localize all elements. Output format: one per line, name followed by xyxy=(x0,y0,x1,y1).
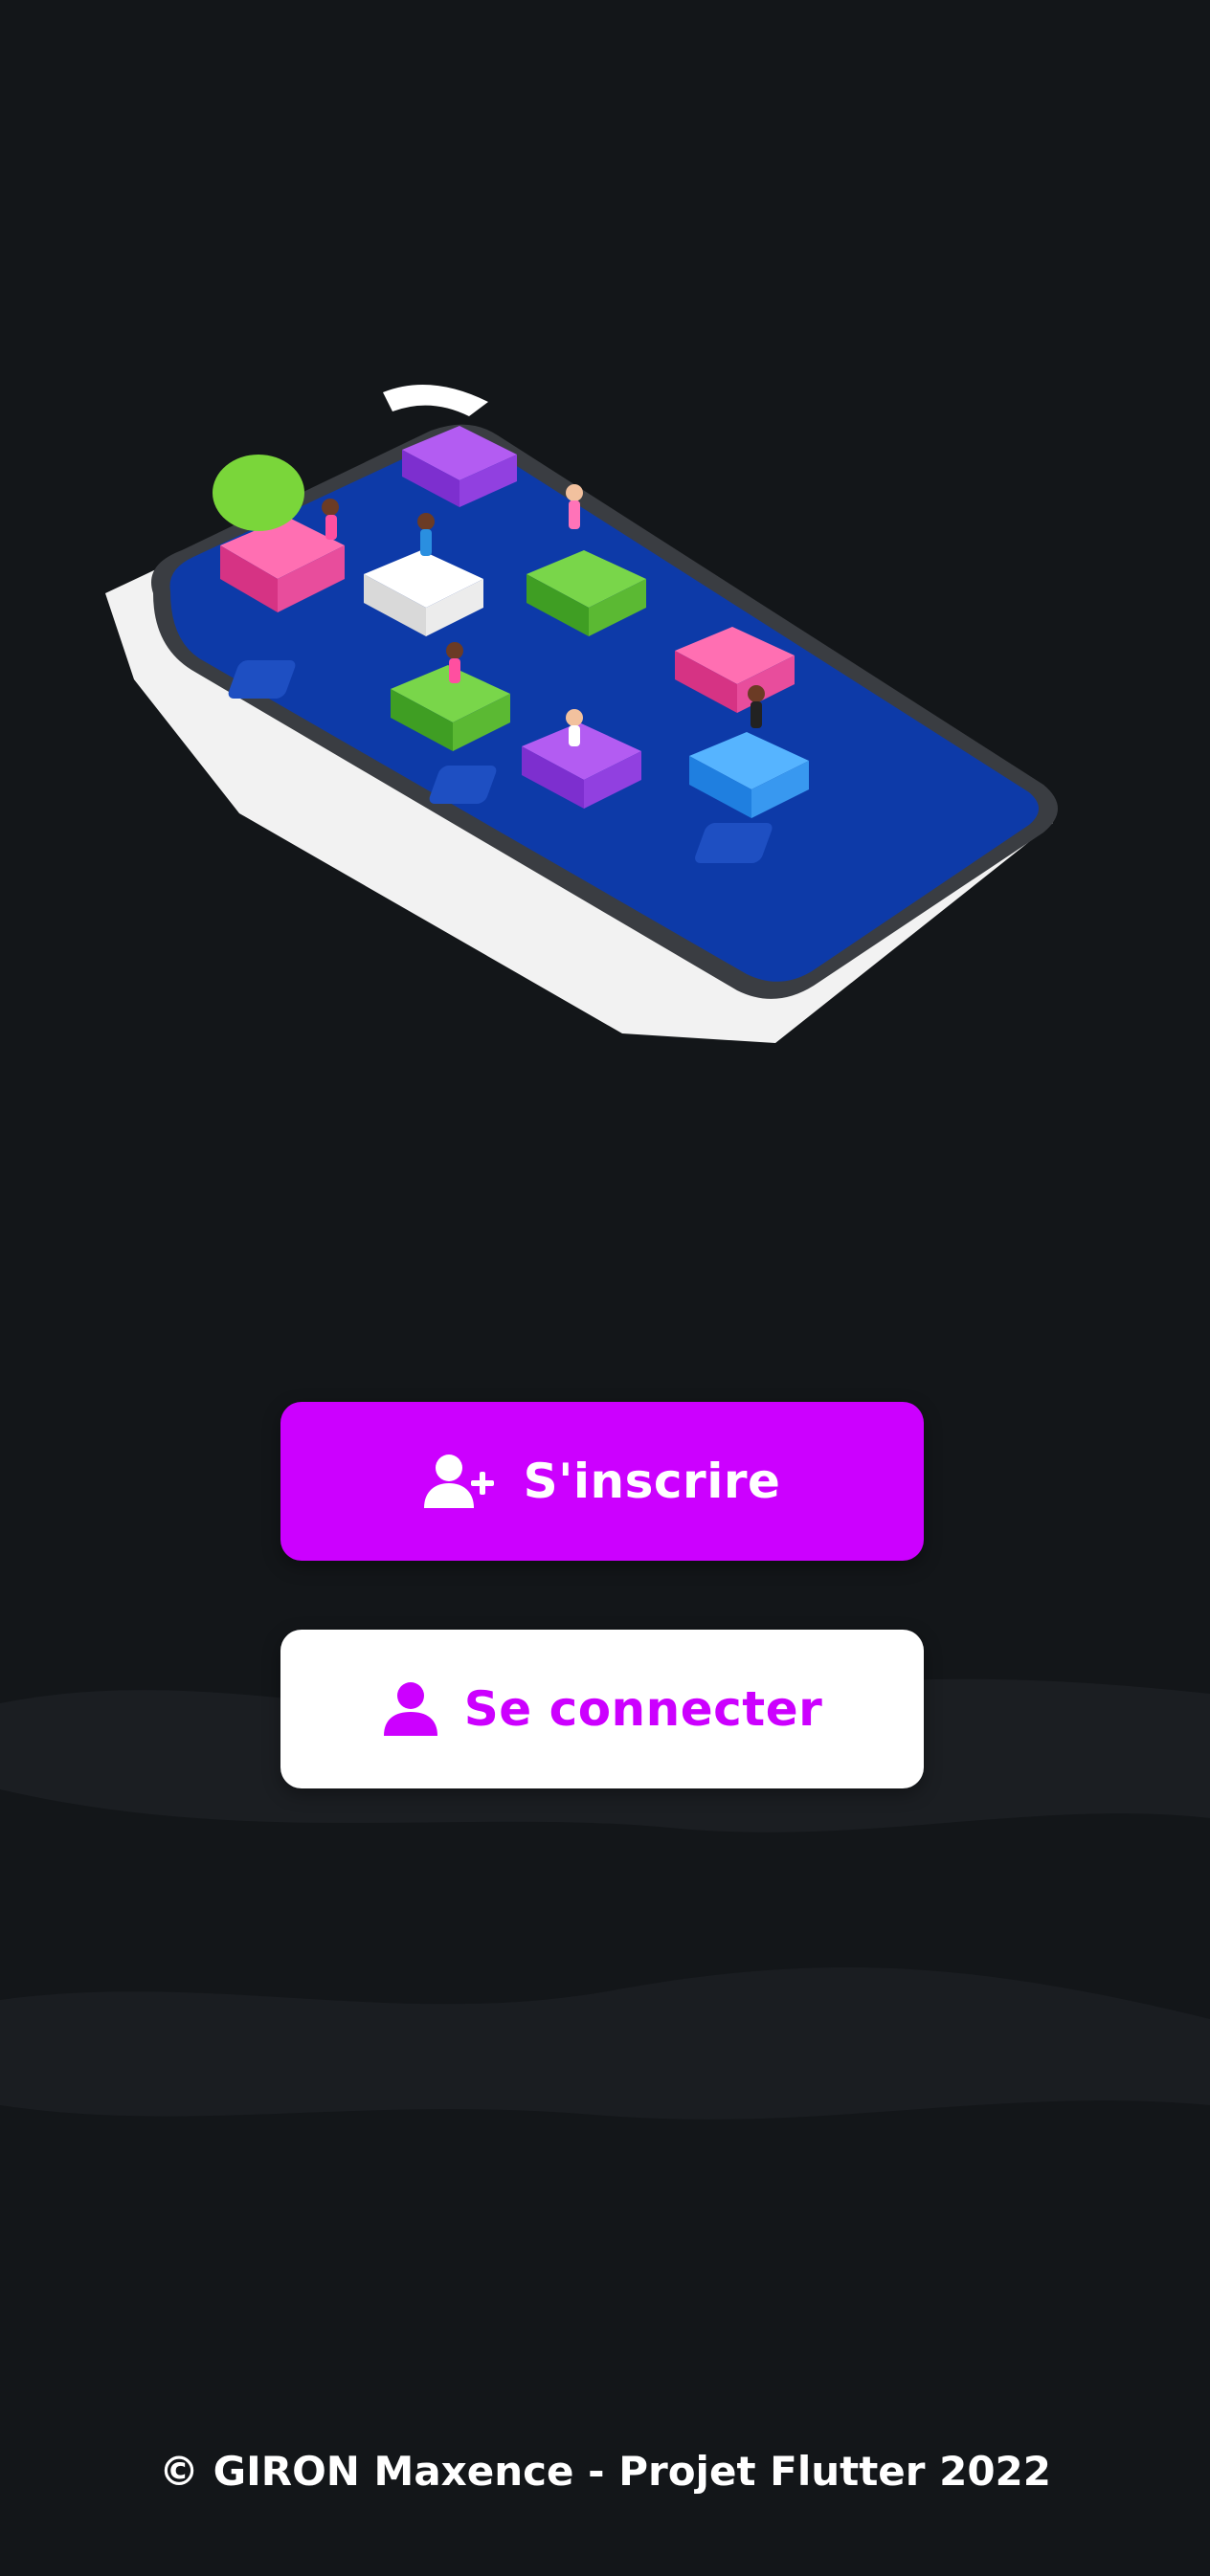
user-icon xyxy=(382,1680,439,1738)
signup-button[interactable]: S'inscrire xyxy=(280,1402,924,1561)
footer-copyright: © GIRON Maxence - Projet Flutter 2022 xyxy=(159,2448,1051,2495)
green-character xyxy=(213,455,304,531)
signup-button-label: S'inscrire xyxy=(523,1454,781,1509)
user-plus-icon xyxy=(423,1453,499,1510)
login-button[interactable]: Se connecter xyxy=(280,1630,924,1788)
hero-illustration xyxy=(105,385,1058,1043)
login-button-label: Se connecter xyxy=(463,1681,823,1737)
